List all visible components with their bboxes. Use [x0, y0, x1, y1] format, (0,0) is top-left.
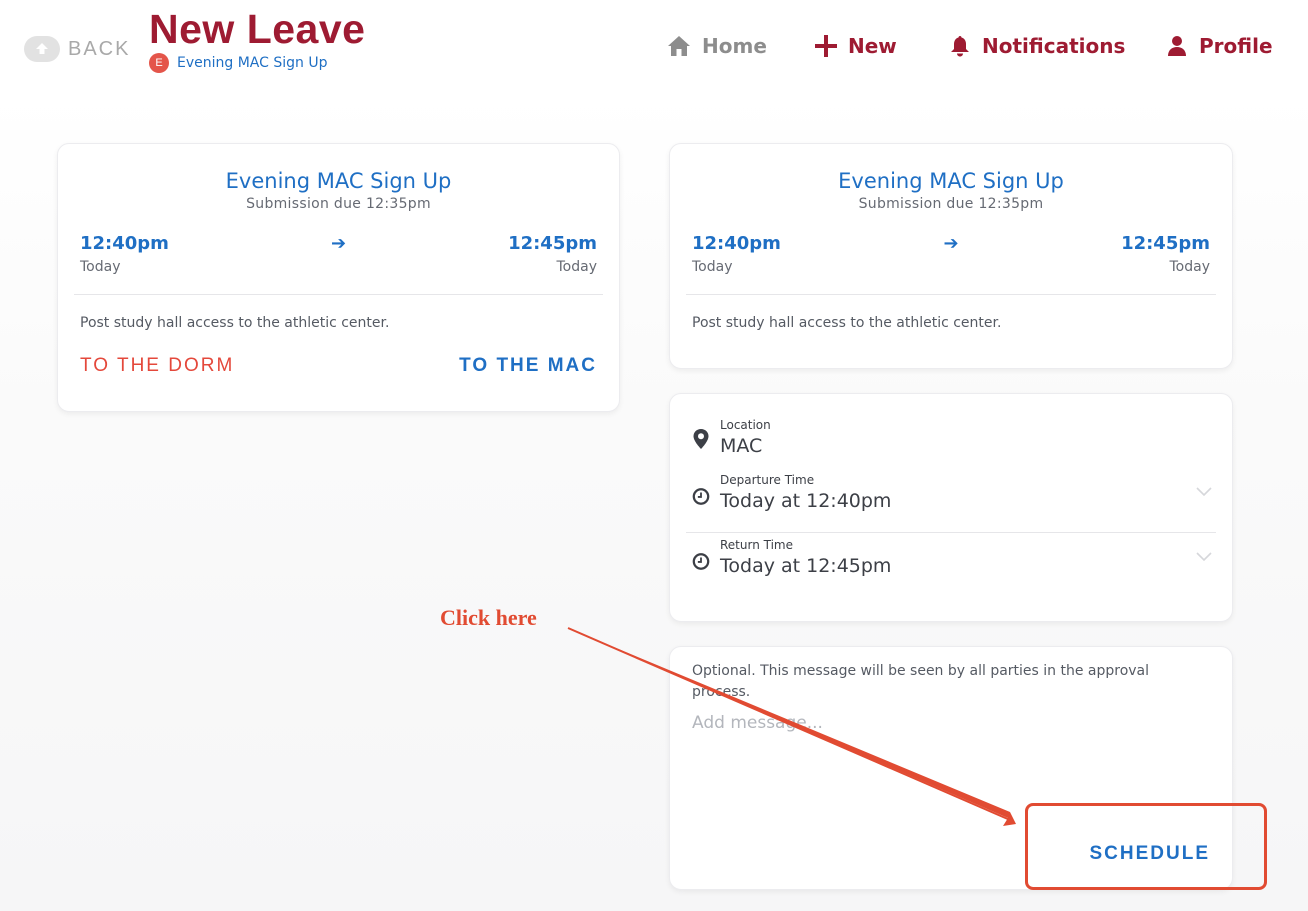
chevron-down-icon: [1196, 487, 1212, 497]
leave-type-name: Evening MAC Sign Up: [177, 55, 328, 71]
back-button[interactable]: BACK: [24, 36, 130, 62]
end-day: Today: [556, 259, 598, 275]
plus-icon: [815, 35, 837, 57]
end-day: Today: [1169, 259, 1211, 275]
submission-due: Submission due 12:35pm: [858, 196, 1044, 212]
start-time: 12:40pm: [80, 233, 169, 254]
nav-new[interactable]: New: [814, 34, 897, 58]
nav-profile[interactable]: Profile: [1165, 34, 1273, 58]
divider: [74, 294, 603, 295]
location-label: Location: [720, 418, 771, 432]
start-day: Today: [80, 259, 121, 275]
annotation-highlight-box: [1025, 803, 1267, 890]
return-time-field[interactable]: Return Time Today at 12:45pm: [692, 538, 1212, 577]
back-label: BACK: [68, 37, 131, 60]
page-title: New Leave: [149, 6, 366, 52]
divider: [686, 294, 1216, 295]
start-day: Today: [692, 259, 733, 275]
clock-icon: [692, 488, 710, 505]
submission-due: Submission due 12:35pm: [246, 196, 431, 212]
to-the-mac-button[interactable]: TO THE MAC: [459, 355, 597, 377]
leave-description: Post study hall access to the athletic c…: [692, 315, 1002, 331]
leave-description: Post study hall access to the athletic c…: [80, 315, 390, 331]
user-icon: [1168, 36, 1186, 56]
chevron-down-icon: [1196, 552, 1212, 562]
location-field: Location MAC: [692, 418, 771, 457]
back-arrow-icon: [24, 36, 60, 62]
nav-home-label: Home: [702, 34, 767, 58]
departure-value: Today at 12:40pm: [720, 490, 892, 512]
departure-label: Departure Time: [720, 473, 815, 487]
departure-time-field[interactable]: Departure Time Today at 12:40pm: [692, 473, 1212, 512]
return-value: Today at 12:45pm: [720, 555, 892, 577]
leave-type-badge: E: [149, 53, 169, 73]
leave-summary-card: Evening MAC Sign Up Submission due 12:35…: [669, 143, 1233, 369]
divider: [686, 532, 1216, 533]
nav-home[interactable]: Home: [666, 34, 767, 58]
start-time: 12:40pm: [692, 233, 781, 254]
return-label: Return Time: [720, 538, 794, 552]
page-subtitle: E Evening MAC Sign Up: [149, 53, 327, 73]
clock-icon: [692, 553, 710, 570]
nav-notifications-label: Notifications: [982, 34, 1126, 58]
map-pin-icon: [693, 429, 709, 449]
location-value: MAC: [720, 435, 763, 457]
annotation-label: Click here: [440, 605, 537, 630]
home-icon: [668, 36, 690, 56]
nav-new-label: New: [848, 34, 897, 58]
nav-profile-label: Profile: [1199, 34, 1273, 58]
leave-option-card: Evening MAC Sign Up Submission due 12:35…: [57, 143, 620, 412]
end-time: 12:45pm: [508, 233, 597, 254]
arrow-right-icon: ➔: [943, 233, 959, 254]
card-title: Evening MAC Sign Up: [225, 169, 452, 193]
to-the-dorm-button[interactable]: TO THE DORM: [80, 355, 234, 377]
leave-details-card: Location MAC Departure Time Today at 12:…: [669, 393, 1233, 622]
end-time: 12:45pm: [1121, 233, 1210, 254]
nav-notifications[interactable]: Notifications: [948, 34, 1125, 58]
message-hint: Optional. This message will be seen by a…: [692, 663, 1150, 700]
card-title: Evening MAC Sign Up: [838, 169, 1064, 193]
arrow-right-icon: ➔: [330, 233, 347, 254]
bell-icon: [951, 36, 969, 57]
